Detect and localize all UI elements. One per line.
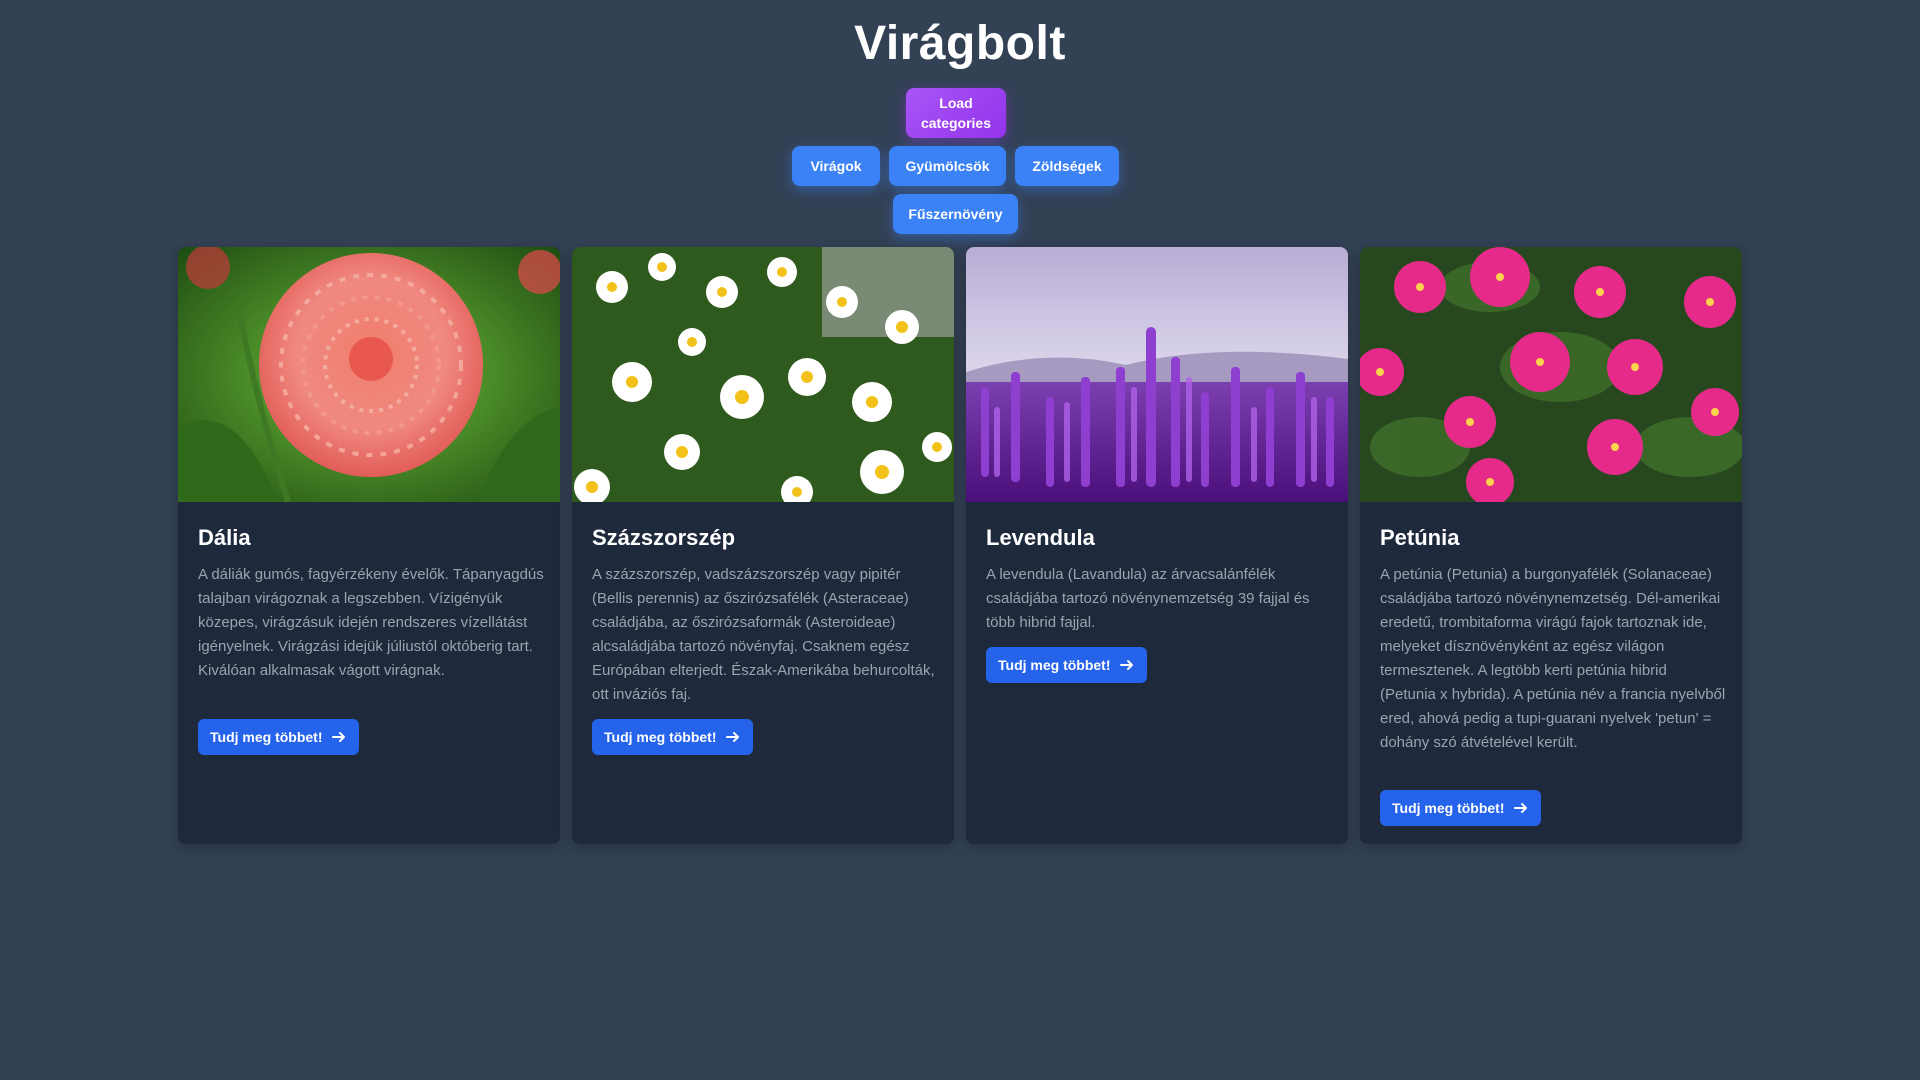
card-title: Petúnia [1380, 525, 1460, 550]
card-description: A levendula (Lavandula) az árvacsalánfél… [986, 566, 1310, 631]
arrow-right-icon [725, 732, 739, 742]
flower-card: Százszorszép A százszorszép, vadszázszor… [572, 247, 954, 844]
flower-card: Levendula A levendula (Lavandula) az árv… [966, 247, 1348, 844]
learn-more-button[interactable]: Tudj meg többet! [986, 647, 1147, 683]
arrow-right-icon [331, 732, 345, 742]
page-title: Virágbolt [854, 17, 1066, 70]
arrow-right-icon [1513, 803, 1527, 813]
learn-more-label: Tudj meg többet! [1392, 800, 1505, 816]
category-button-viragok[interactable]: Virágok [792, 146, 880, 186]
learn-more-button[interactable]: Tudj meg többet! [1380, 790, 1541, 826]
daisy-image [572, 247, 954, 502]
flower-card: Dália A dáliák gumós, fagyérzékeny évelő… [178, 247, 560, 844]
category-button-zoldsegek[interactable]: Zöldségek [1015, 146, 1119, 186]
arrow-right-icon [1119, 660, 1133, 670]
card-description: A dáliák gumós, fagyérzékeny évelők. Táp… [198, 566, 544, 679]
petunia-image [1360, 247, 1742, 502]
card-title: Százszorszép [592, 525, 736, 550]
card-title: Levendula [986, 525, 1095, 550]
learn-more-label: Tudj meg többet! [998, 657, 1111, 673]
learn-more-label: Tudj meg többet! [210, 729, 323, 745]
card-description: A százszorszép, vadszázszorszép vagy pip… [592, 566, 935, 703]
load-categories-button[interactable]: Load categories [906, 88, 1006, 138]
category-button-fuszernoveny[interactable]: Fűszernövény [893, 194, 1018, 234]
lavender-image [966, 247, 1348, 502]
flower-card: Petúnia A petúnia (Petunia) a burgonyafé… [1360, 247, 1742, 844]
learn-more-label: Tudj meg többet! [604, 729, 717, 745]
card-grid: Dália A dáliák gumós, fagyérzékeny évelő… [178, 247, 1742, 844]
category-button-gyumolcsok[interactable]: Gyümölcsök [889, 146, 1006, 186]
card-description: A petúnia (Petunia) a burgonyafélék (Sol… [1380, 566, 1726, 751]
dahlia-image [178, 247, 560, 502]
card-title: Dália [198, 525, 251, 550]
learn-more-button[interactable]: Tudj meg többet! [198, 719, 359, 755]
learn-more-button[interactable]: Tudj meg többet! [592, 719, 753, 755]
